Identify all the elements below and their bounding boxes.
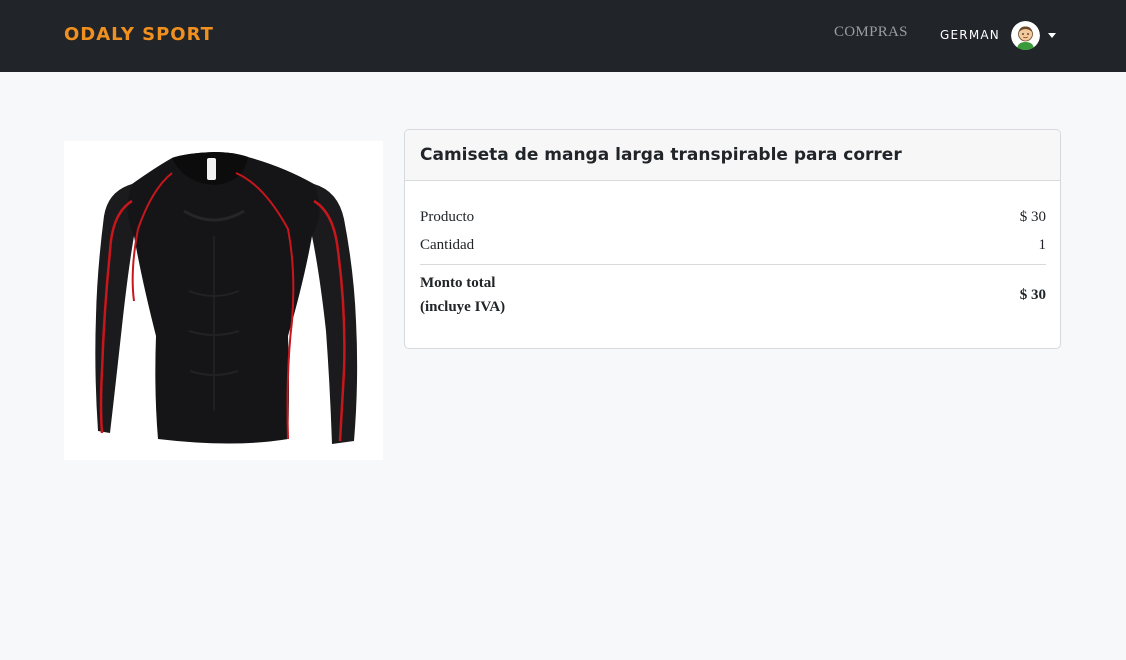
- total-label-line1: Monto total: [420, 275, 496, 291]
- user-name: GERMAN: [940, 28, 1000, 42]
- brand-logo[interactable]: ODALY SPORT: [64, 24, 214, 45]
- row-value: $ 30: [1019, 209, 1046, 225]
- total-row: Monto total (incluye IVA) $ 30: [420, 271, 1046, 319]
- summary-row-producto: Producto $ 30: [420, 203, 1046, 231]
- product-title: Camiseta de manga larga transpirable par…: [420, 145, 902, 165]
- product-image: [64, 141, 383, 460]
- total-label-line2: (incluye IVA): [420, 299, 506, 315]
- nav-link-compras[interactable]: COMPRAS: [834, 24, 908, 41]
- navbar: ODALY SPORT COMPRAS GERMAN: [0, 0, 1126, 72]
- total-value: $ 30: [1019, 286, 1046, 303]
- card-header: Camiseta de manga larga transpirable par…: [405, 130, 1060, 181]
- user-avatar-icon: [1010, 20, 1040, 50]
- chevron-down-icon: [1047, 32, 1056, 38]
- summary-row-cantidad: Cantidad 1: [420, 231, 1046, 259]
- row-value: 1: [1038, 237, 1047, 253]
- long-sleeve-shirt-image: [95, 152, 358, 444]
- order-summary-card: Camiseta de manga larga transpirable par…: [404, 129, 1061, 349]
- total-label: Monto total (incluye IVA): [420, 271, 505, 319]
- divider: [420, 264, 1046, 265]
- card-body: Producto $ 30 Cantidad 1 Monto total (in…: [405, 181, 1060, 319]
- row-label: Producto: [420, 209, 475, 225]
- user-menu-dropdown[interactable]: GERMAN: [940, 20, 1056, 50]
- row-label: Cantidad: [420, 237, 475, 253]
